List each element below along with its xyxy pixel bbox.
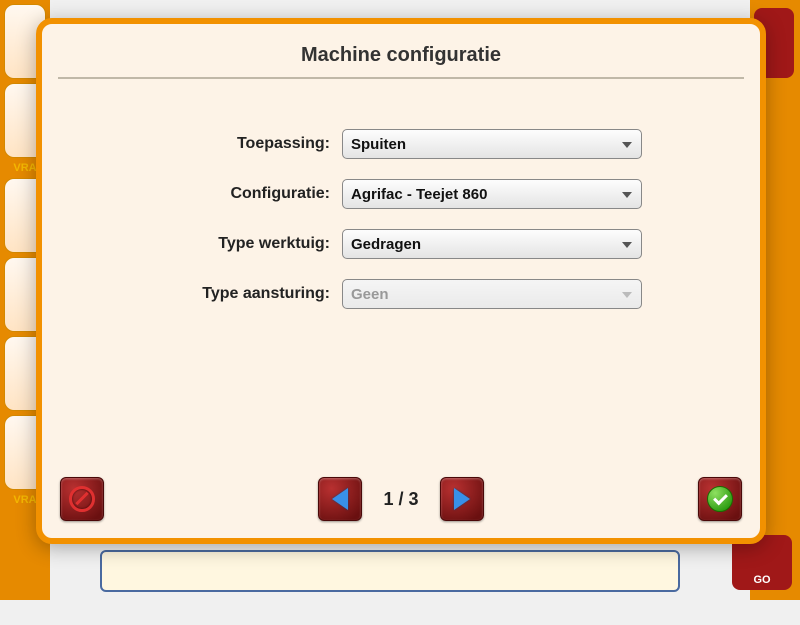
dialog-footer: 1 / 3 — [42, 472, 760, 538]
arrow-left-icon — [332, 488, 348, 510]
machine-config-dialog: Machine configuratie Toepassing: Spuiten… — [36, 18, 766, 544]
select-type-werktuig-value: Gedragen — [351, 236, 421, 253]
dialog-body: Toepassing: Spuiten Configuratie: Agrifa… — [42, 79, 760, 472]
select-toepassing-value: Spuiten — [351, 136, 406, 153]
pager-indicator: 1 / 3 — [376, 489, 426, 510]
dialog-title: Machine configuratie — [58, 30, 744, 79]
select-type-aansturing: Geen — [342, 279, 642, 309]
select-toepassing[interactable]: Spuiten — [342, 129, 642, 159]
label-toepassing: Toepassing: — [102, 135, 342, 153]
cancel-button[interactable] — [60, 477, 104, 521]
select-configuratie-value: Agrifac - Teejet 860 — [351, 186, 487, 203]
label-type-aansturing: Type aansturing: — [102, 285, 342, 303]
select-type-aansturing-value: Geen — [351, 286, 389, 303]
cancel-icon — [69, 486, 95, 512]
label-configuratie: Configuratie: — [102, 185, 342, 203]
confirm-button[interactable] — [698, 477, 742, 521]
label-type-werktuig: Type werktuig: — [102, 235, 342, 253]
arrow-right-icon — [454, 488, 470, 510]
prev-page-button[interactable] — [318, 477, 362, 521]
next-page-button[interactable] — [440, 477, 484, 521]
check-icon — [707, 486, 733, 512]
status-bar — [100, 550, 680, 592]
select-configuratie[interactable]: Agrifac - Teejet 860 — [342, 179, 642, 209]
select-type-werktuig[interactable]: Gedragen — [342, 229, 642, 259]
